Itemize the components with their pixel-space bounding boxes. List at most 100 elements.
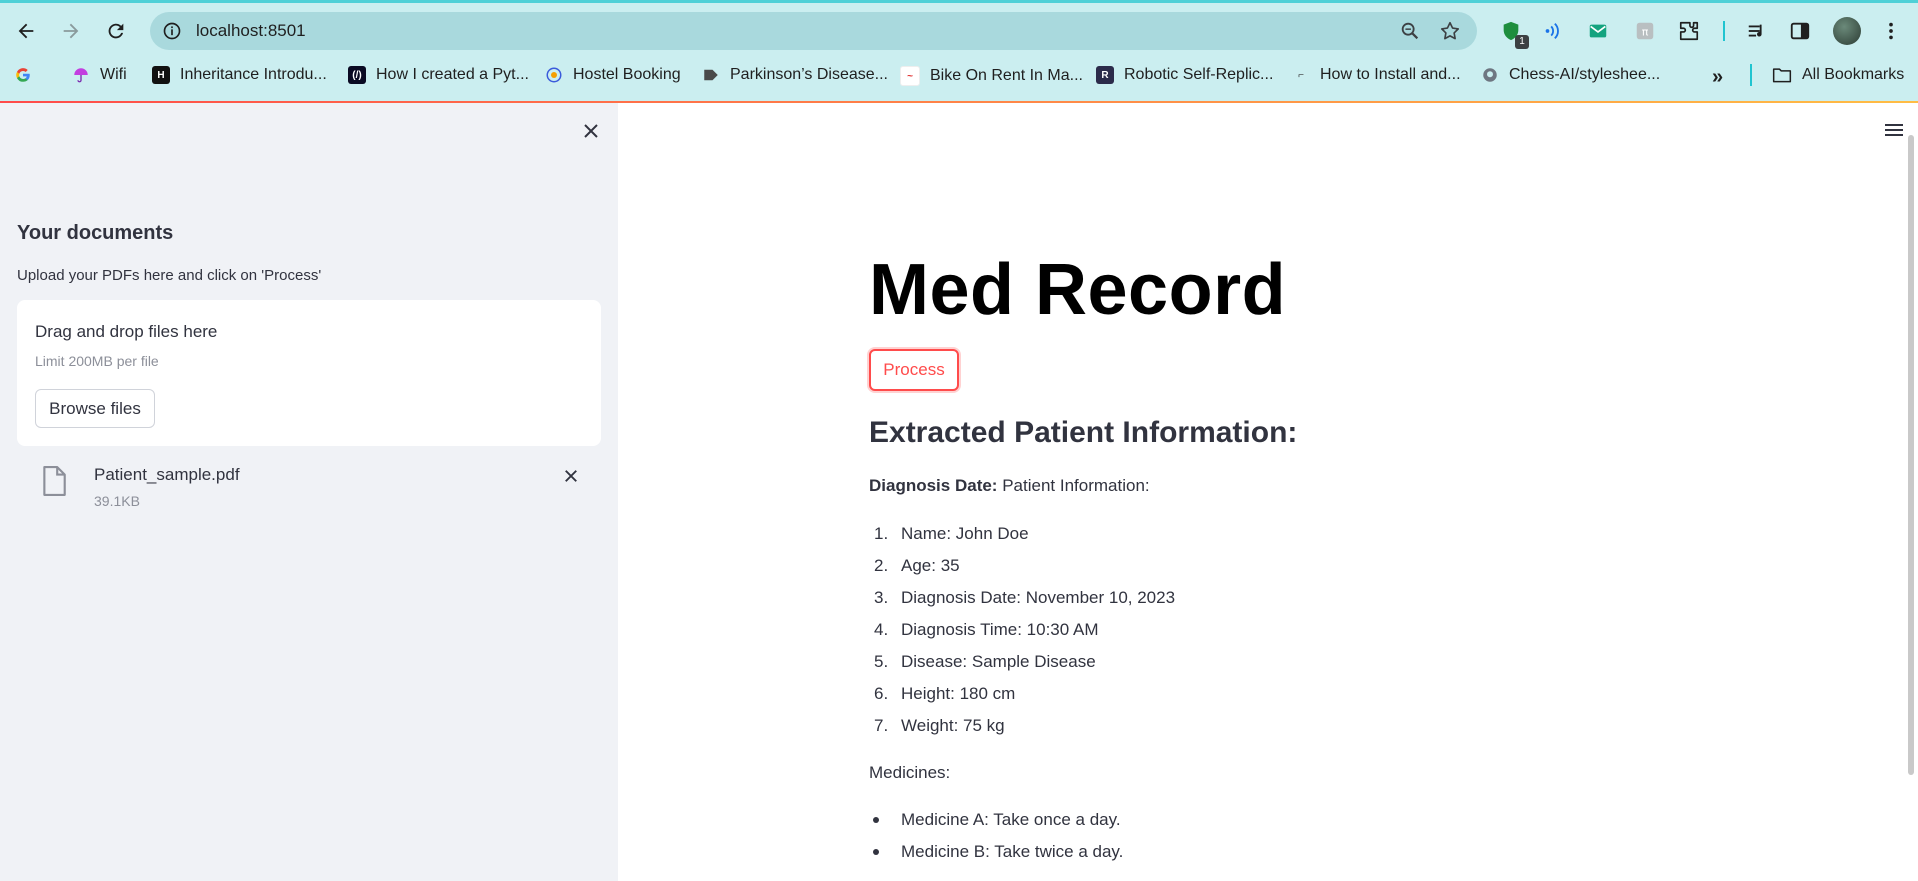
sidebar: Your documents Upload your PDFs here and… [0, 103, 618, 881]
bookmark-label: Bike On Rent In Ma... [930, 67, 1083, 84]
medicines-label: Medicines: [869, 763, 951, 782]
list-item: 5. Disease: Sample Disease [869, 646, 1175, 678]
bookmark-star-icon[interactable] [1439, 20, 1461, 42]
uploaded-file: Patient_sample.pdf 39.1KB [17, 458, 601, 518]
more-vertical-icon [1889, 22, 1893, 40]
google-bookmark[interactable] [14, 66, 32, 84]
diagnosis-label: Diagnosis Date: [869, 476, 998, 495]
list-item: 2. Age: 35 [869, 550, 1175, 582]
freecodecamp-icon: (/) [348, 66, 366, 84]
list-item: 7. Weight: 75 kg [869, 710, 1175, 742]
browser-chrome: localhost:8501 1 π Wifi H Inheritance In… [0, 0, 1918, 103]
extension-shield[interactable]: 1 [1499, 19, 1529, 49]
hostel-icon [545, 66, 563, 84]
media-control-button[interactable] [1745, 19, 1769, 43]
all-bookmarks-button[interactable]: All Bookmarks [1772, 66, 1904, 84]
r-logo-icon: R [1096, 66, 1114, 84]
list-number: 6. [874, 684, 889, 703]
bookmark-item[interactable]: Parkinson’s Disease... [702, 66, 888, 84]
bullet-icon [873, 817, 879, 823]
address-bar[interactable]: localhost:8501 [150, 12, 1477, 50]
bookmark-item[interactable]: (/) How I created a Pyt... [348, 66, 529, 84]
list-number: 7. [874, 716, 889, 735]
arrow-left-icon [18, 23, 34, 39]
tag-icon [702, 66, 720, 84]
bookmark-item[interactable]: Chess-AI/styleshee... [1481, 66, 1660, 84]
bookmark-label: Chess-AI/styleshee... [1509, 66, 1661, 83]
diagnosis-value: Patient Information: [1002, 476, 1150, 495]
puzzle-icon [1679, 21, 1699, 41]
extension-grey[interactable]: π [1633, 19, 1657, 43]
list-text: Diagnosis Date: November 10, 2023 [901, 588, 1176, 607]
bookmark-label: Inheritance Introdu... [180, 66, 327, 83]
list-text: Diagnosis Time: 10:30 AM [901, 620, 1099, 639]
hamburger-menu-icon[interactable] [1884, 121, 1904, 139]
remove-file-button[interactable] [560, 465, 582, 487]
extension-mail[interactable] [1586, 19, 1610, 43]
bookmark-item[interactable]: Hostel Booking [545, 66, 681, 84]
bookmarks-divider [1750, 64, 1752, 86]
google-icon [16, 68, 30, 82]
url-text[interactable]: localhost:8501 [196, 21, 306, 41]
zoom-icon[interactable] [1399, 20, 1421, 42]
collapse-sidebar-button[interactable] [578, 118, 604, 144]
list-number: 1. [874, 524, 889, 543]
scrollbar[interactable] [1908, 135, 1914, 775]
side-panel-icon [1790, 22, 1810, 40]
bookmark-label: Hostel Booking [573, 66, 681, 83]
hashnode-icon: H [152, 66, 170, 84]
medicines-list: Medicine A: Take once a day. Medicine B:… [869, 804, 1123, 868]
list-item: Medicine A: Take once a day. [869, 804, 1123, 836]
bookmark-item[interactable]: R Robotic Self-Replic... [1096, 66, 1273, 84]
sidebar-caption: Upload your PDFs here and click on 'Proc… [17, 267, 322, 284]
umbrella-icon [72, 66, 90, 84]
extension-read-aloud[interactable] [1541, 19, 1565, 43]
list-number: 2. [874, 556, 889, 575]
extensions-button[interactable] [1677, 19, 1701, 43]
main-content: Med Record Process Extracted Patient Inf… [618, 103, 1918, 881]
reload-button[interactable] [99, 14, 133, 48]
list-item: 6. Height: 180 cm [869, 678, 1175, 710]
list-number: 3. [874, 588, 889, 607]
browser-menu-button[interactable] [1879, 19, 1903, 43]
list-item: 3. Diagnosis Date: November 10, 2023 [869, 582, 1175, 614]
file-name: Patient_sample.pdf [94, 465, 240, 484]
list-text: Name: John Doe [901, 524, 1029, 543]
extension-badge: 1 [1515, 35, 1529, 49]
mail-icon [1589, 24, 1607, 38]
bookmark-item[interactable]: Wifi [72, 66, 127, 84]
list-text: Weight: 75 kg [901, 716, 1005, 735]
browser-toolbar: localhost:8501 1 π [0, 6, 1918, 54]
svg-text:π: π [1642, 26, 1649, 39]
file-size: 39.1KB [94, 493, 140, 509]
bookmark-item[interactable]: H Inheritance Introdu... [152, 66, 327, 84]
list-text: Height: 180 cm [901, 684, 1016, 703]
grey-extension-icon: π [1636, 22, 1654, 40]
close-icon [584, 124, 598, 138]
list-item: Medicine B: Take twice a day. [869, 836, 1123, 868]
profile-avatar[interactable] [1833, 17, 1861, 45]
forward-button[interactable] [54, 14, 88, 48]
sound-waves-icon [1545, 23, 1559, 39]
bookmark-item[interactable]: ~ Bike On Rent In Ma... [900, 66, 1083, 86]
all-bookmarks-label: All Bookmarks [1802, 66, 1905, 83]
reload-icon [108, 23, 124, 39]
back-button[interactable] [9, 14, 43, 48]
arrow-right-icon [63, 23, 79, 39]
close-icon [565, 470, 577, 482]
site-info-icon[interactable] [162, 21, 182, 41]
folder-icon [1772, 68, 1792, 83]
list-number: 4. [874, 620, 889, 639]
process-button[interactable]: Process [869, 349, 959, 391]
media-queue-icon [1748, 24, 1762, 37]
bookmark-item[interactable]: ⌐ How to Install and... [1292, 66, 1460, 84]
diagnosis-line: Diagnosis Date: Patient Information: [869, 476, 1150, 496]
list-text: Medicine B: Take twice a day. [901, 842, 1124, 861]
file-dropzone[interactable]: Drag and drop files here Limit 200MB per… [17, 300, 601, 446]
github-icon [1481, 66, 1499, 84]
list-text: Medicine A: Take once a day. [901, 810, 1121, 829]
chrome-top-accent [0, 0, 1918, 3]
more-bookmarks-button[interactable]: » [1712, 66, 1723, 89]
side-panel-button[interactable] [1788, 19, 1812, 43]
browse-files-button[interactable]: Browse files [35, 389, 155, 428]
